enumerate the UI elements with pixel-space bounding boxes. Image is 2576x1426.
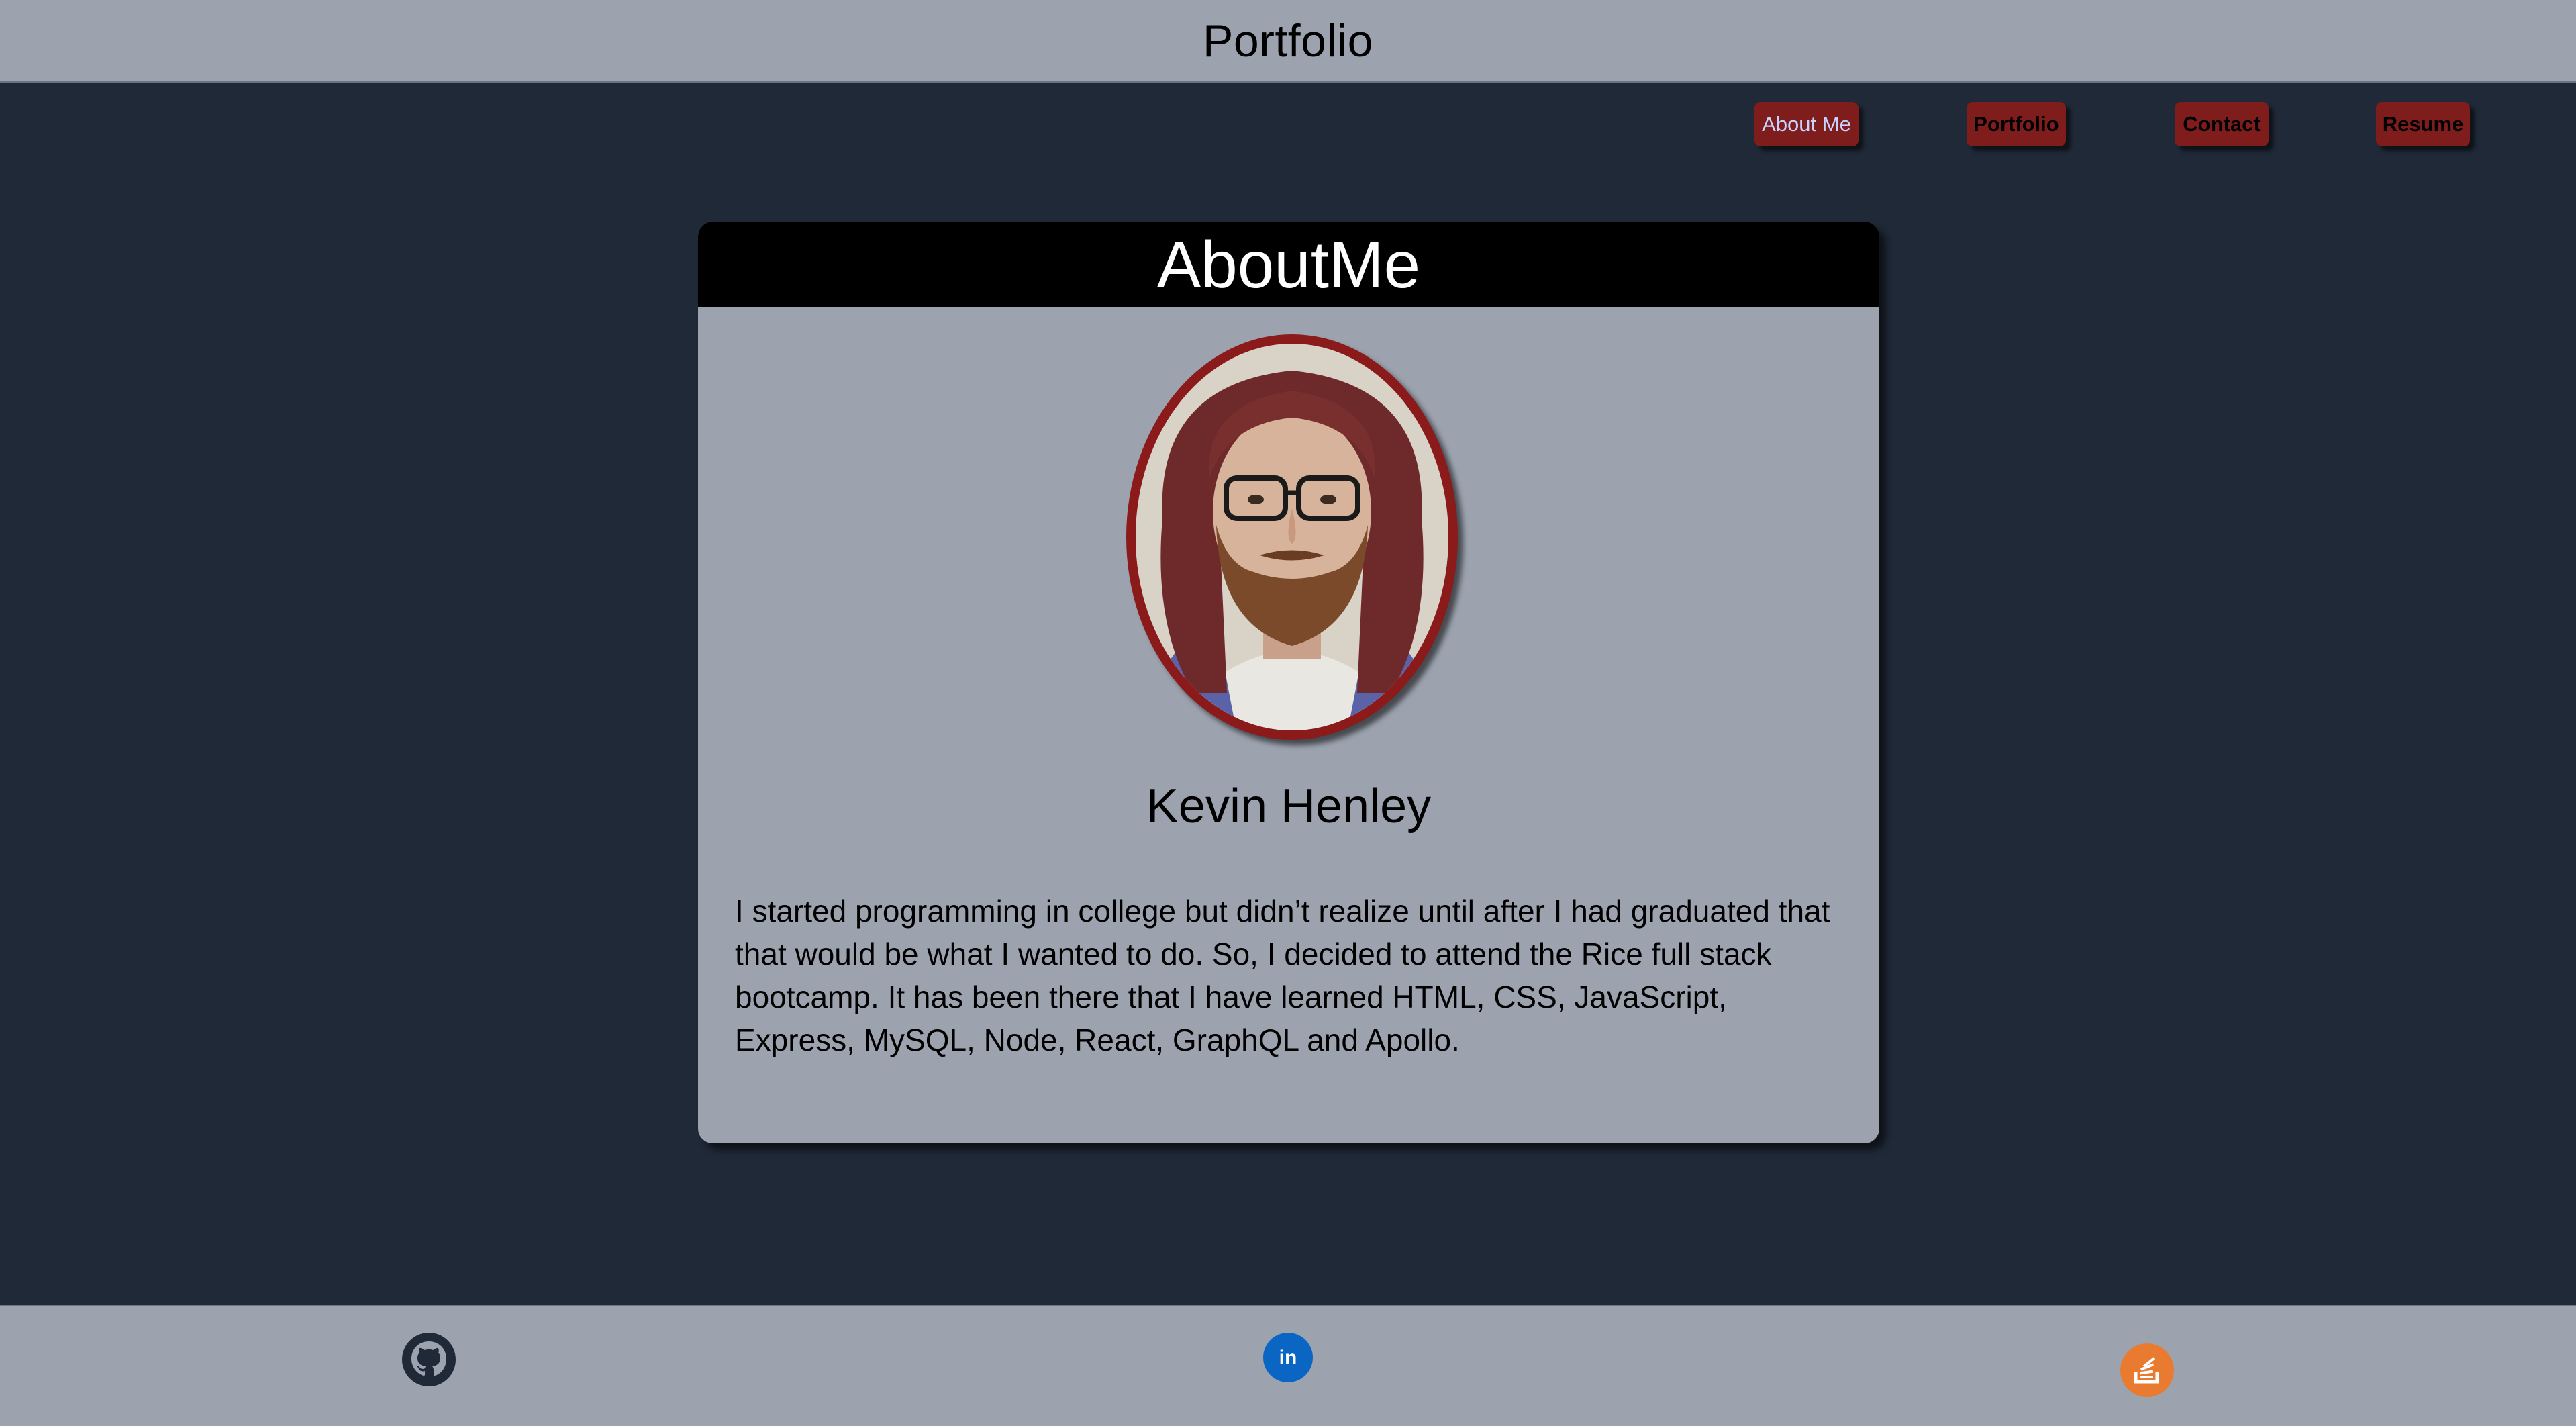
card-header: AboutMe <box>698 222 1879 307</box>
nav-contact-button[interactable]: Contact <box>2175 102 2269 146</box>
about-me-card: AboutMe Kevin Henley I started programmi… <box>698 222 1879 1143</box>
stackoverflow-icon <box>2120 1343 2174 1397</box>
nav-portfolio-button[interactable]: Portfolio <box>1967 102 2066 146</box>
nav-about-me-button[interactable]: About Me <box>1754 102 1859 146</box>
about-me-heading: AboutMe <box>1156 227 1421 301</box>
github-link[interactable] <box>401 1332 456 1387</box>
person-name: Kevin Henley <box>1146 779 1432 833</box>
main-nav: About Me Portfolio Contact Resume <box>0 102 2576 146</box>
footer: in <box>0 1305 2576 1426</box>
top-header: Portfolio <box>0 0 2576 83</box>
bio-paragraph: I started programming in college but did… <box>735 894 1830 1057</box>
svg-text:in: in <box>1279 1347 1297 1369</box>
linkedin-icon: in <box>1263 1333 1313 1382</box>
profile-photo <box>1126 334 1458 740</box>
profile-photo-illustration <box>1136 344 1448 730</box>
stackoverflow-link[interactable] <box>2120 1343 2175 1398</box>
github-icon <box>402 1333 456 1386</box>
site-title: Portfolio <box>1203 15 1373 66</box>
nav-resume-button[interactable]: Resume <box>2376 102 2470 146</box>
linkedin-link[interactable]: in <box>1262 1332 1314 1383</box>
